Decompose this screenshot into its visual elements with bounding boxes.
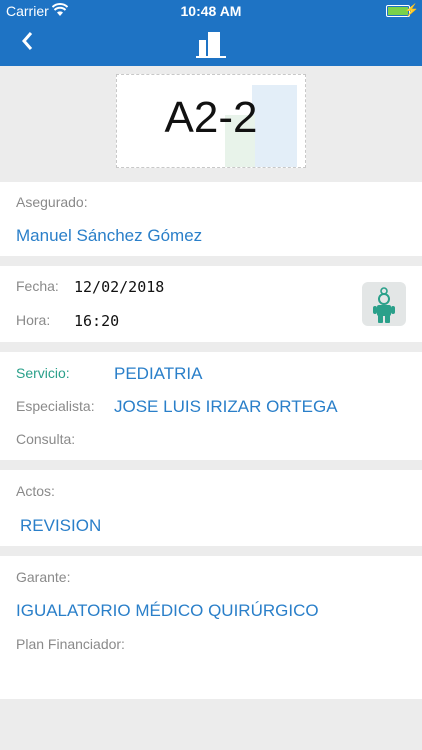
specialist-label: Especialista: [16, 398, 95, 414]
plan-label: Plan Financiador: [16, 636, 125, 652]
service-card: Servicio: PEDIATRIA Especialista: JOSE L… [0, 352, 422, 460]
time-value: 16:20 [74, 312, 120, 330]
building-icon [196, 30, 226, 58]
guarantor-card: Garante: IGUALATORIO MÉDICO QUIRÚRGICO P… [0, 556, 422, 699]
ticket-card: A2-2 [116, 74, 306, 168]
office-label: Consulta: [16, 431, 76, 447]
time-label: Hora: [16, 312, 51, 328]
acts-value: REVISION [20, 516, 102, 535]
status-time: 10:48 AM [180, 3, 242, 19]
insured-label: Asegurado: [16, 194, 88, 210]
pediatrics-child-icon [362, 282, 406, 326]
specialist-value: JOSE LUIS IRIZAR ORTEGA [114, 397, 338, 416]
navigation-bar [0, 22, 422, 66]
service-value: PEDIATRIA [114, 364, 203, 383]
guarantor-label: Garante: [16, 569, 71, 585]
appointment-card: Fecha: 12/02/2018 Hora: 16:20 [0, 266, 422, 342]
insured-card: Asegurado: Manuel Sánchez Gómez [0, 182, 422, 256]
acts-label: Actos: [16, 483, 55, 499]
status-bar: Carrier 10:48 AM ⚡ [0, 0, 422, 22]
acts-card: Actos: REVISION [0, 470, 422, 546]
service-label: Servicio: [16, 365, 70, 381]
insured-name: Manuel Sánchez Gómez [16, 226, 203, 245]
ticket-code: A2-2 [164, 93, 258, 142]
date-value: 12/02/2018 [74, 278, 165, 296]
date-label: Fecha: [16, 278, 59, 294]
chevron-left-icon [22, 32, 33, 50]
back-button[interactable] [20, 30, 34, 56]
guarantor-value: IGUALATORIO MÉDICO QUIRÚRGICO [16, 601, 319, 620]
charging-icon: ⚡ [404, 3, 419, 17]
